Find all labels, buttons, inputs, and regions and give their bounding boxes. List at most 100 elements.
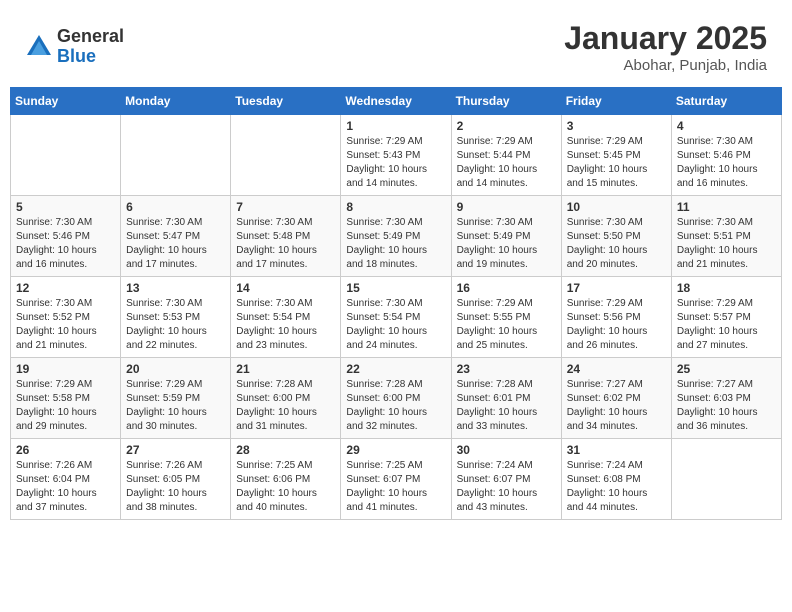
day-info: Sunrise: 7:30 AM Sunset: 5:49 PM Dayligh… bbox=[346, 216, 445, 272]
day-info: Sunrise: 7:30 AM Sunset: 5:49 PM Dayligh… bbox=[457, 216, 556, 272]
day-number: 8 bbox=[346, 200, 445, 214]
calendar-cell: 4 Sunrise: 7:30 AM Sunset: 5:46 PM Daylig… bbox=[671, 115, 781, 196]
day-number: 5 bbox=[16, 200, 115, 214]
calendar-cell: 21 Sunrise: 7:28 AM Sunset: 6:00 PM Dayli… bbox=[231, 358, 341, 439]
day-info: Sunrise: 7:30 AM Sunset: 5:46 PM Dayligh… bbox=[677, 135, 776, 191]
calendar-cell: 13 Sunrise: 7:30 AM Sunset: 5:53 PM Dayli… bbox=[121, 277, 231, 358]
day-info: Sunrise: 7:29 AM Sunset: 5:55 PM Dayligh… bbox=[457, 297, 556, 353]
day-number: 13 bbox=[126, 281, 225, 295]
calendar-cell: 16 Sunrise: 7:29 AM Sunset: 5:55 PM Dayli… bbox=[451, 277, 561, 358]
day-number: 28 bbox=[236, 443, 335, 457]
day-info: Sunrise: 7:30 AM Sunset: 5:53 PM Dayligh… bbox=[126, 297, 225, 353]
calendar-cell: 30 Sunrise: 7:24 AM Sunset: 6:07 PM Dayli… bbox=[451, 439, 561, 520]
day-number: 11 bbox=[677, 200, 776, 214]
day-number: 9 bbox=[457, 200, 556, 214]
day-info: Sunrise: 7:29 AM Sunset: 5:59 PM Dayligh… bbox=[126, 378, 225, 434]
col-header-sunday: Sunday bbox=[11, 88, 121, 115]
calendar-cell: 10Sunrise: 7:30 AM Sunset: 5:50 PM Dayli… bbox=[561, 196, 671, 277]
day-number: 6 bbox=[126, 200, 225, 214]
calendar-cell: 25 Sunrise: 7:27 AM Sunset: 6:03 PM Dayli… bbox=[671, 358, 781, 439]
day-info: Sunrise: 7:29 AM Sunset: 5:43 PM Dayligh… bbox=[346, 135, 445, 191]
calendar-cell bbox=[231, 115, 341, 196]
day-number: 30 bbox=[457, 443, 556, 457]
week-row-1: 1 Sunrise: 7:29 AM Sunset: 5:43 PM Daylig… bbox=[11, 115, 782, 196]
calendar-cell: 5 Sunrise: 7:30 AM Sunset: 5:46 PM Daylig… bbox=[11, 196, 121, 277]
day-info: Sunrise: 7:29 AM Sunset: 5:56 PM Dayligh… bbox=[567, 297, 666, 353]
day-info: Sunrise: 7:29 AM Sunset: 5:45 PM Dayligh… bbox=[567, 135, 666, 191]
day-number: 25 bbox=[677, 362, 776, 376]
calendar-cell: 1 Sunrise: 7:29 AM Sunset: 5:43 PM Daylig… bbox=[341, 115, 451, 196]
calendar-cell: 7 Sunrise: 7:30 AM Sunset: 5:48 PM Daylig… bbox=[231, 196, 341, 277]
day-info: Sunrise: 7:24 AM Sunset: 6:08 PM Dayligh… bbox=[567, 459, 666, 515]
day-number: 12 bbox=[16, 281, 115, 295]
day-number: 31 bbox=[567, 443, 666, 457]
col-header-saturday: Saturday bbox=[671, 88, 781, 115]
calendar-cell: 24Sunrise: 7:27 AM Sunset: 6:02 PM Dayli… bbox=[561, 358, 671, 439]
calendar-cell: 6 Sunrise: 7:30 AM Sunset: 5:47 PM Daylig… bbox=[121, 196, 231, 277]
day-info: Sunrise: 7:30 AM Sunset: 5:48 PM Dayligh… bbox=[236, 216, 335, 272]
calendar-cell: 27Sunrise: 7:26 AM Sunset: 6:05 PM Dayli… bbox=[121, 439, 231, 520]
day-info: Sunrise: 7:25 AM Sunset: 6:06 PM Dayligh… bbox=[236, 459, 335, 515]
calendar-cell: 26 Sunrise: 7:26 AM Sunset: 6:04 PM Dayli… bbox=[11, 439, 121, 520]
day-info: Sunrise: 7:24 AM Sunset: 6:07 PM Dayligh… bbox=[457, 459, 556, 515]
calendar-cell: 11 Sunrise: 7:30 AM Sunset: 5:51 PM Dayli… bbox=[671, 196, 781, 277]
day-number: 29 bbox=[346, 443, 445, 457]
calendar-cell: 20 Sunrise: 7:29 AM Sunset: 5:59 PM Dayli… bbox=[121, 358, 231, 439]
calendar-cell: 29 Sunrise: 7:25 AM Sunset: 6:07 PM Dayli… bbox=[341, 439, 451, 520]
day-info: Sunrise: 7:28 AM Sunset: 6:00 PM Dayligh… bbox=[346, 378, 445, 434]
day-info: Sunrise: 7:28 AM Sunset: 6:00 PM Dayligh… bbox=[236, 378, 335, 434]
day-number: 18 bbox=[677, 281, 776, 295]
day-info: Sunrise: 7:30 AM Sunset: 5:47 PM Dayligh… bbox=[126, 216, 225, 272]
calendar-cell: 14Sunrise: 7:30 AM Sunset: 5:54 PM Dayli… bbox=[231, 277, 341, 358]
day-number: 23 bbox=[457, 362, 556, 376]
calendar-cell bbox=[11, 115, 121, 196]
logo: General Blue bbox=[25, 27, 124, 67]
calendar-cell: 23Sunrise: 7:28 AM Sunset: 6:01 PM Dayli… bbox=[451, 358, 561, 439]
week-row-3: 12 Sunrise: 7:30 AM Sunset: 5:52 PM Dayli… bbox=[11, 277, 782, 358]
day-number: 3 bbox=[567, 119, 666, 133]
day-number: 21 bbox=[236, 362, 335, 376]
calendar-cell: 8 Sunrise: 7:30 AM Sunset: 5:49 PM Daylig… bbox=[341, 196, 451, 277]
day-number: 7 bbox=[236, 200, 335, 214]
calendar-cell bbox=[671, 439, 781, 520]
day-number: 17 bbox=[567, 281, 666, 295]
calendar-cell: 2Sunrise: 7:29 AM Sunset: 5:44 PM Daylig… bbox=[451, 115, 561, 196]
col-header-tuesday: Tuesday bbox=[231, 88, 341, 115]
day-number: 19 bbox=[16, 362, 115, 376]
calendar-table: SundayMondayTuesdayWednesdayThursdayFrid… bbox=[10, 87, 782, 520]
calendar-cell: 19 Sunrise: 7:29 AM Sunset: 5:58 PM Dayli… bbox=[11, 358, 121, 439]
day-number: 20 bbox=[126, 362, 225, 376]
day-number: 22 bbox=[346, 362, 445, 376]
day-number: 26 bbox=[16, 443, 115, 457]
calendar-cell: 18Sunrise: 7:29 AM Sunset: 5:57 PM Dayli… bbox=[671, 277, 781, 358]
logo-blue: Blue bbox=[57, 47, 124, 67]
day-info: Sunrise: 7:30 AM Sunset: 5:46 PM Dayligh… bbox=[16, 216, 115, 272]
day-info: Sunrise: 7:27 AM Sunset: 6:03 PM Dayligh… bbox=[677, 378, 776, 434]
day-number: 4 bbox=[677, 119, 776, 133]
day-info: Sunrise: 7:30 AM Sunset: 5:51 PM Dayligh… bbox=[677, 216, 776, 272]
day-info: Sunrise: 7:26 AM Sunset: 6:05 PM Dayligh… bbox=[126, 459, 225, 515]
day-number: 10 bbox=[567, 200, 666, 214]
day-info: Sunrise: 7:26 AM Sunset: 6:04 PM Dayligh… bbox=[16, 459, 115, 515]
day-info: Sunrise: 7:30 AM Sunset: 5:52 PM Dayligh… bbox=[16, 297, 115, 353]
calendar-cell: 9 Sunrise: 7:30 AM Sunset: 5:49 PM Daylig… bbox=[451, 196, 561, 277]
logo-text: General Blue bbox=[57, 27, 124, 67]
calendar-cell: 22 Sunrise: 7:28 AM Sunset: 6:00 PM Dayli… bbox=[341, 358, 451, 439]
day-info: Sunrise: 7:29 AM Sunset: 5:58 PM Dayligh… bbox=[16, 378, 115, 434]
day-info: Sunrise: 7:25 AM Sunset: 6:07 PM Dayligh… bbox=[346, 459, 445, 515]
month-title: January 2025 bbox=[564, 20, 767, 57]
week-row-5: 26 Sunrise: 7:26 AM Sunset: 6:04 PM Dayli… bbox=[11, 439, 782, 520]
day-info: Sunrise: 7:29 AM Sunset: 5:44 PM Dayligh… bbox=[457, 135, 556, 191]
day-number: 16 bbox=[457, 281, 556, 295]
day-number: 1 bbox=[346, 119, 445, 133]
calendar-cell: 3 Sunrise: 7:29 AM Sunset: 5:45 PM Daylig… bbox=[561, 115, 671, 196]
logo-general: General bbox=[57, 27, 124, 47]
day-number: 15 bbox=[346, 281, 445, 295]
location-subtitle: Abohar, Punjab, India bbox=[564, 57, 767, 74]
calendar-cell: 31 Sunrise: 7:24 AM Sunset: 6:08 PM Dayli… bbox=[561, 439, 671, 520]
day-info: Sunrise: 7:30 AM Sunset: 5:54 PM Dayligh… bbox=[346, 297, 445, 353]
page-header: General Blue January 2025 Abohar, Punjab… bbox=[10, 10, 782, 79]
title-section: January 2025 Abohar, Punjab, India bbox=[564, 20, 767, 74]
col-header-wednesday: Wednesday bbox=[341, 88, 451, 115]
col-header-thursday: Thursday bbox=[451, 88, 561, 115]
